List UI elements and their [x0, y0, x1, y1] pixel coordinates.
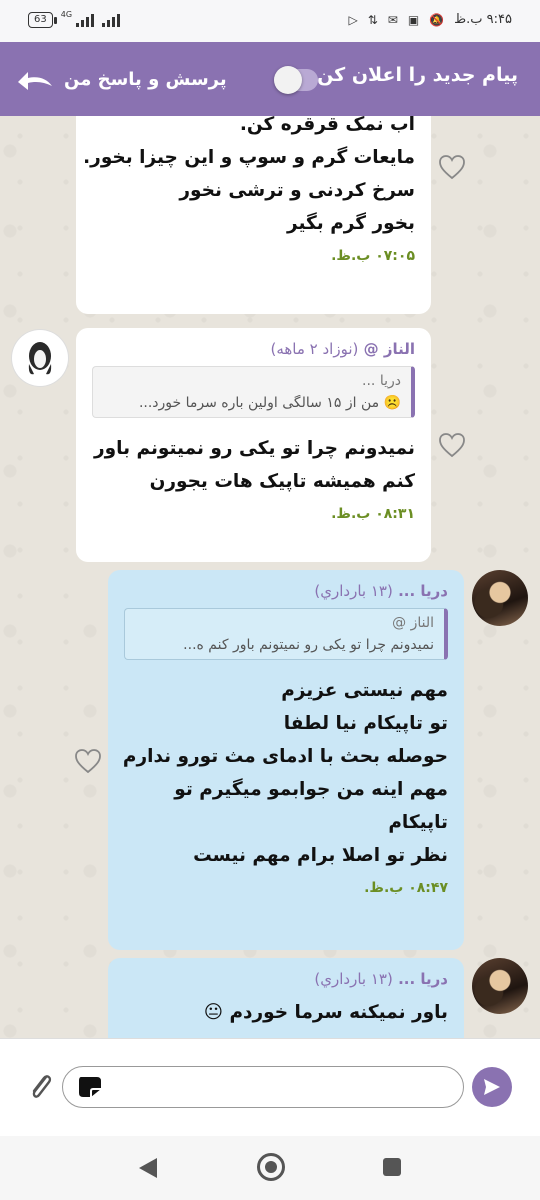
message-text: آب نمک قرقره کن. مایعات گرم و سوپ و این …	[83, 116, 415, 240]
message-time: ۰۸:۴۷ ب.ظ.	[364, 880, 448, 896]
data-icon: ⇅	[367, 12, 378, 27]
message-line: سرخ کردنی و ترشی نخور	[179, 180, 415, 201]
message-line: حوصله بحث با ادمای مث تورو ندارم	[122, 746, 448, 767]
message-text: مهم نیستی عزیزم تو تاپیکام نیا لطفا حوصل…	[122, 674, 448, 872]
quote-text: نمیدونم چرا تو یکی رو نمیتونم باور کنم ه…	[183, 637, 434, 653]
profile-silhouette-icon	[28, 342, 52, 375]
avatar[interactable]	[472, 958, 528, 1014]
sender-name[interactable]: الناز @ (نوزاد ۲ ماهه)	[92, 340, 415, 358]
network-type: 4G	[60, 9, 73, 19]
app-icon: ▣	[407, 12, 420, 27]
nav-recents-icon[interactable]	[383, 1158, 401, 1176]
nav-home-icon[interactable]	[257, 1153, 285, 1181]
signal-icon-2	[102, 13, 121, 27]
message-time: ۰۷:۰۵ ب.ظ.	[331, 248, 415, 264]
message-line: کنم همیشه تاپیک هات یجورن	[149, 471, 415, 492]
signal-icon	[76, 13, 95, 27]
system-nav-bar	[0, 1136, 540, 1200]
notify-label: پیام جدید را اعلان کن	[317, 64, 518, 86]
my-qa-label: پرسش و پاسخ من	[64, 68, 227, 90]
play-icon: ▷	[348, 12, 358, 27]
message-bubble-2[interactable]: الناز @ (نوزاد ۲ ماهه) دریا ... ☹️ من از…	[76, 328, 431, 562]
status-left: 63 4G	[28, 9, 121, 28]
quote-sender: الناز @	[392, 615, 434, 631]
message-input-bar	[0, 1038, 540, 1136]
status-right: ۹:۴۵ ب.ظ 🔕 ▣ ✉ ⇅ ▷	[348, 12, 512, 27]
message-line: نمیدونم چرا تو یکی رو نمیتونم باور	[93, 438, 415, 459]
send-icon	[484, 1079, 500, 1095]
battery-icon: 63	[28, 12, 57, 28]
paperclip-icon[interactable]	[26, 1069, 56, 1105]
message-text: نمیدونم چرا تو یکی رو نمیتونم باور کنم ه…	[92, 432, 415, 498]
heart-outline-icon[interactable]	[438, 154, 466, 180]
message-bubble-3[interactable]: دریا ... (۱۳ بارداري) الناز @ نمیدونم چر…	[108, 570, 464, 950]
message-line: بخور گرم بگیر	[286, 213, 415, 234]
message-line: تو تاپیکام نیا لطفا	[283, 713, 448, 734]
sender-name[interactable]: دریا ... (۱۳ بارداري)	[124, 970, 448, 988]
reply-quote[interactable]: الناز @ نمیدونم چرا تو یکی رو نمیتونم با…	[124, 608, 448, 660]
message-line: مهم نیستی عزیزم	[281, 680, 448, 701]
message-time: ۰۸:۳۱ ب.ظ.	[331, 506, 415, 522]
message-line: باور نمیکنه سرما خوردم 😐	[203, 1002, 448, 1023]
heart-outline-icon[interactable]	[438, 432, 466, 458]
message-text: باور نمیکنه سرما خوردم 😐	[124, 996, 448, 1029]
status-time: ۹:۴۵ ب.ظ	[454, 12, 512, 27]
message-input[interactable]	[62, 1066, 464, 1108]
avatar[interactable]	[12, 330, 68, 386]
sticker-icon[interactable]	[77, 1075, 103, 1099]
send-button[interactable]	[472, 1067, 512, 1107]
avatar[interactable]	[472, 570, 528, 626]
status-bar: 63 4G ۹:۴۵ ب.ظ 🔕 ▣ ✉ ⇅ ▷	[0, 0, 540, 42]
message-bubble-4[interactable]: دریا ... (۱۳ بارداري) باور نمیکنه سرما خ…	[108, 958, 464, 1038]
toggle-knob	[274, 66, 302, 94]
quote-text: ☹️ من از ۱۵ سالگی اولین باره سرما خورد..…	[138, 395, 401, 411]
message-line: نظر تو اصلا برام مهم نیست	[193, 845, 448, 866]
chat-area[interactable]: آب نمک قرقره کن. مایعات گرم و سوپ و این …	[0, 116, 540, 1038]
sender-name[interactable]: دریا ... (۱۳ بارداري)	[124, 582, 448, 600]
heart-outline-icon[interactable]	[74, 748, 102, 774]
quote-sender: دریا ...	[362, 373, 401, 389]
message-line: مهم اینه من جوابمو میگیرم تو	[174, 779, 448, 800]
message-line: تاپیکام	[388, 812, 448, 833]
back-arrow-icon	[18, 72, 52, 90]
message-line: آب نمک قرقره کن.	[239, 116, 415, 135]
nav-back-icon[interactable]	[137, 1156, 159, 1180]
message-line: مایعات گرم و سوپ و این چیزا بخور.	[83, 147, 415, 168]
mail-icon: ✉	[387, 12, 398, 27]
reply-quote[interactable]: دریا ... ☹️ من از ۱۵ سالگی اولین باره سر…	[92, 366, 415, 418]
mute-notification-icon: 🔕	[429, 12, 445, 27]
my-qa-button[interactable]: پرسش و پاسخ من	[16, 62, 227, 96]
message-bubble-1[interactable]: آب نمک قرقره کن. مایعات گرم و سوپ و این …	[76, 116, 431, 314]
app-header: پیام جدید را اعلان کن پرسش و پاسخ من	[0, 42, 540, 116]
notify-toggle[interactable]	[274, 66, 318, 94]
